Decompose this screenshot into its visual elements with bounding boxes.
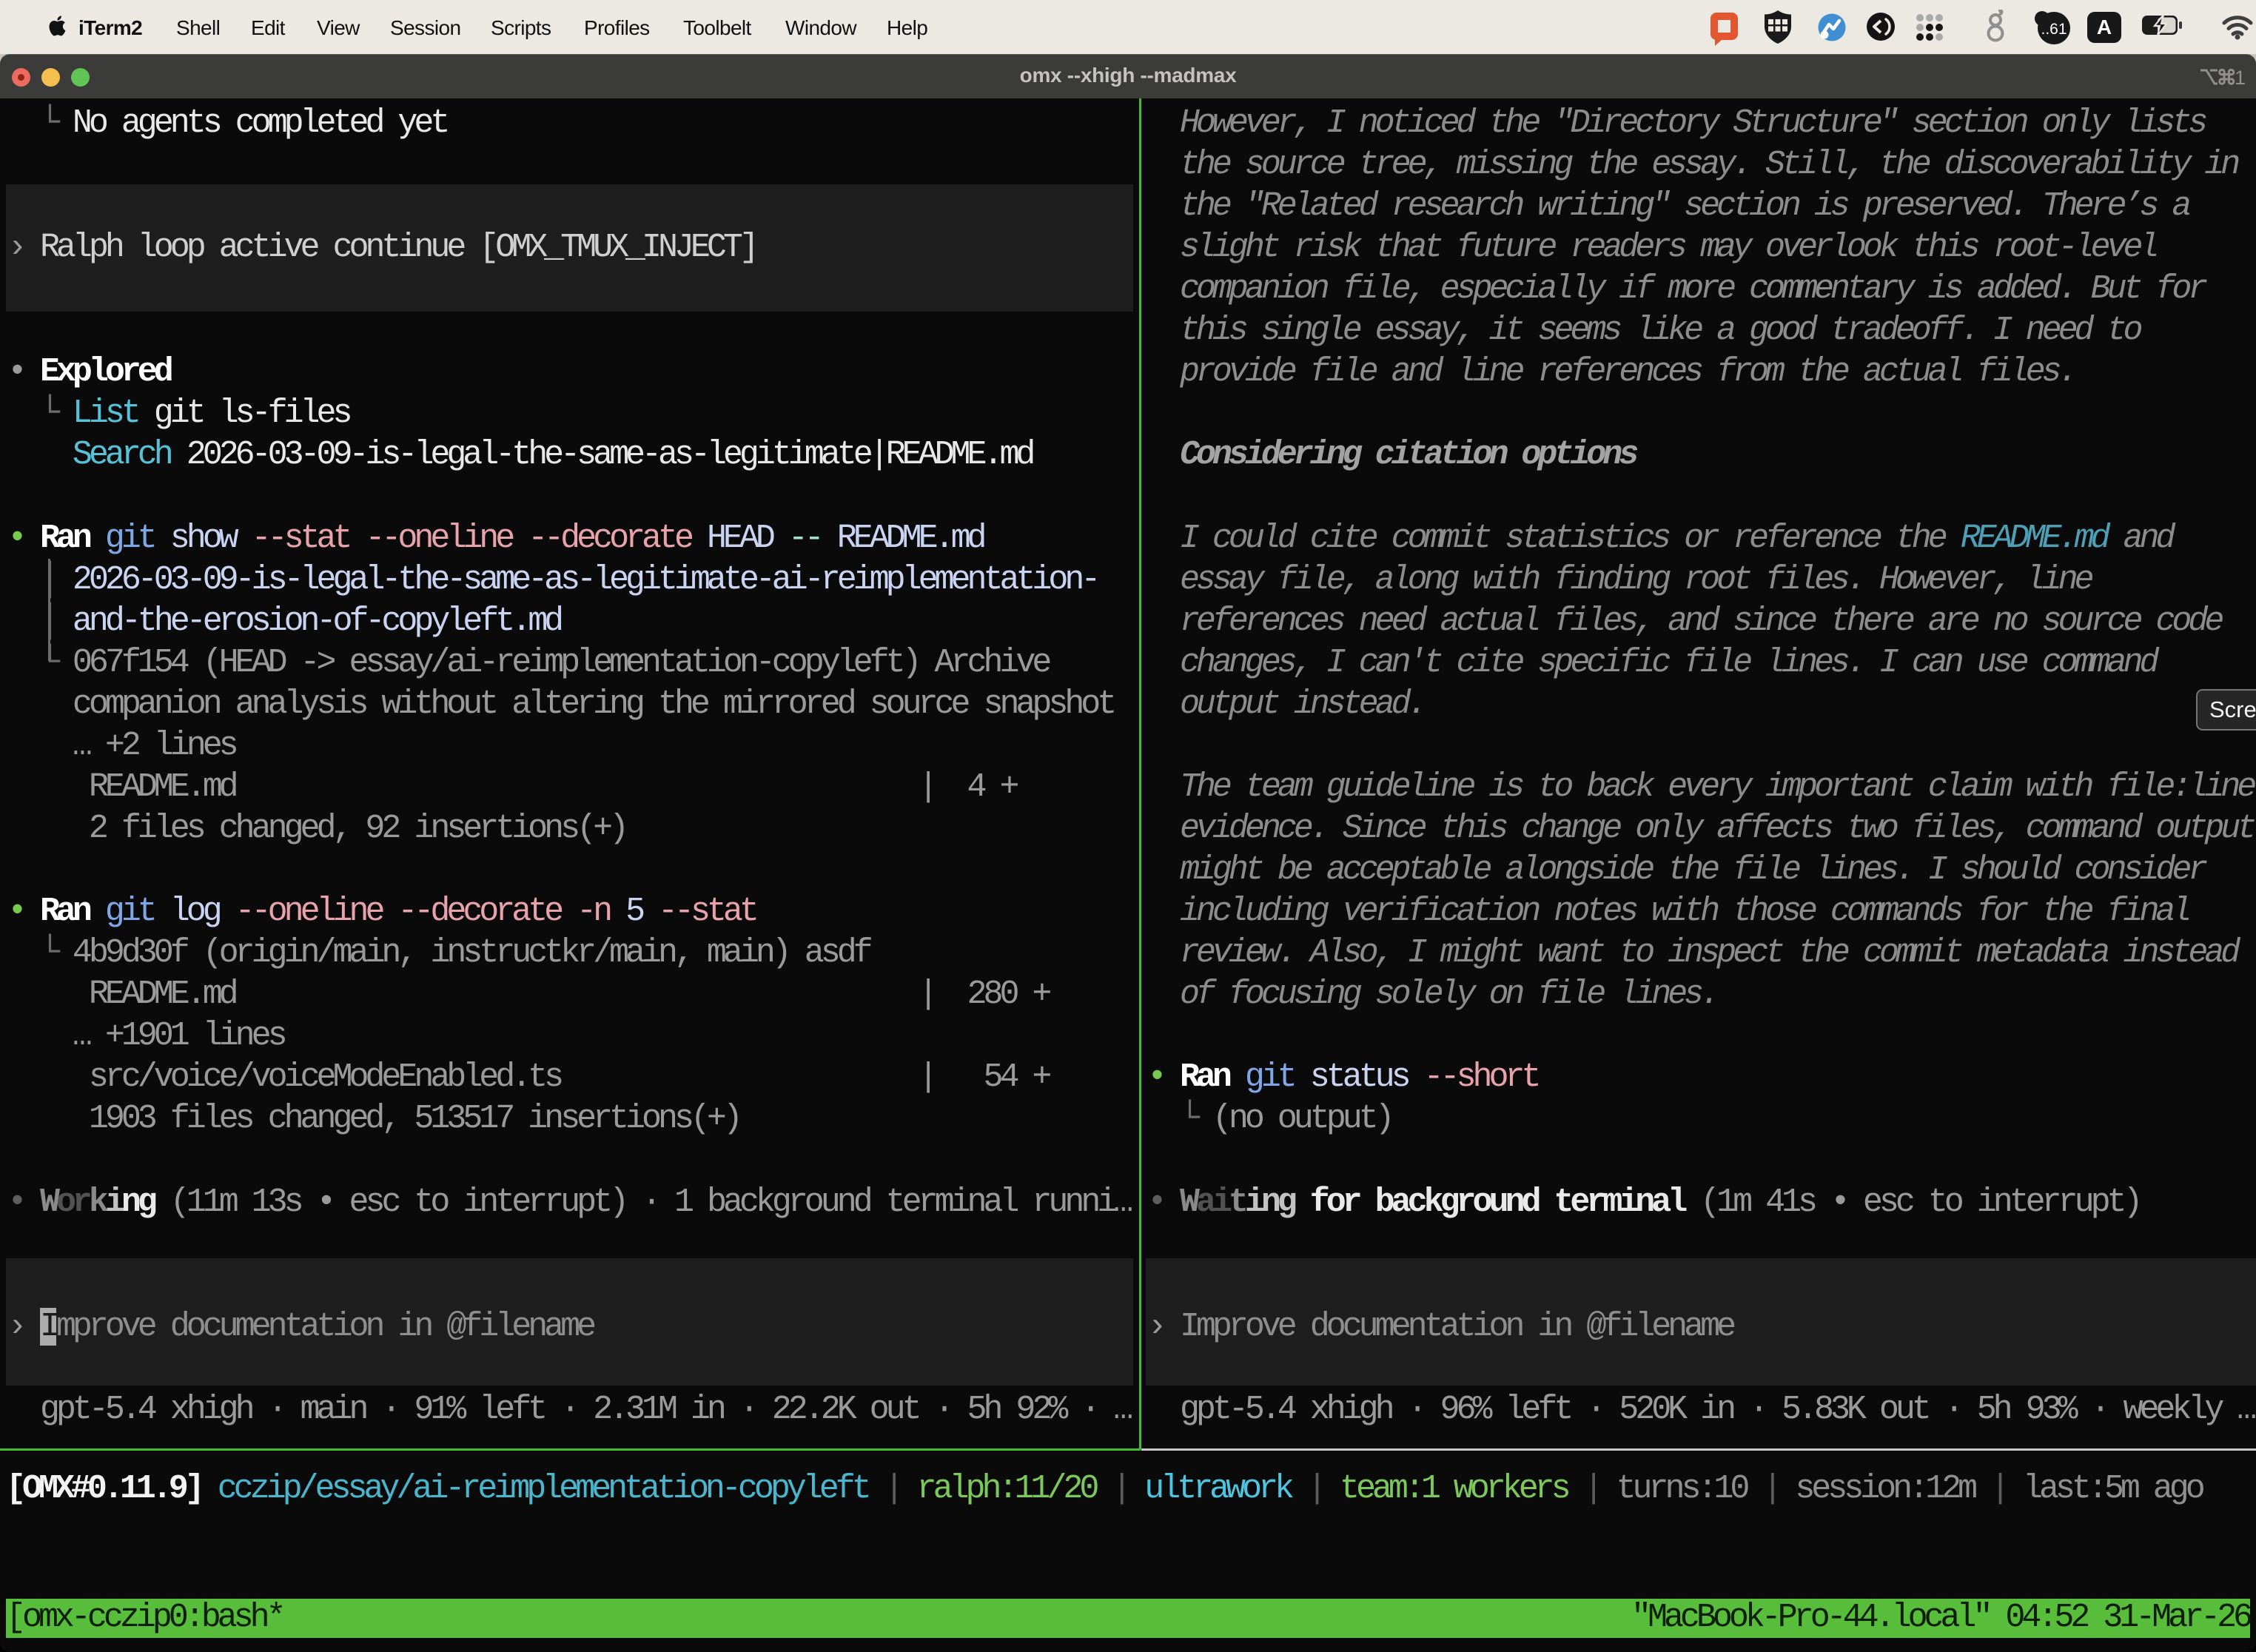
svg-text:..61: ..61 (2041, 21, 2067, 38)
svg-text:1: 1 (2235, 67, 2246, 89)
